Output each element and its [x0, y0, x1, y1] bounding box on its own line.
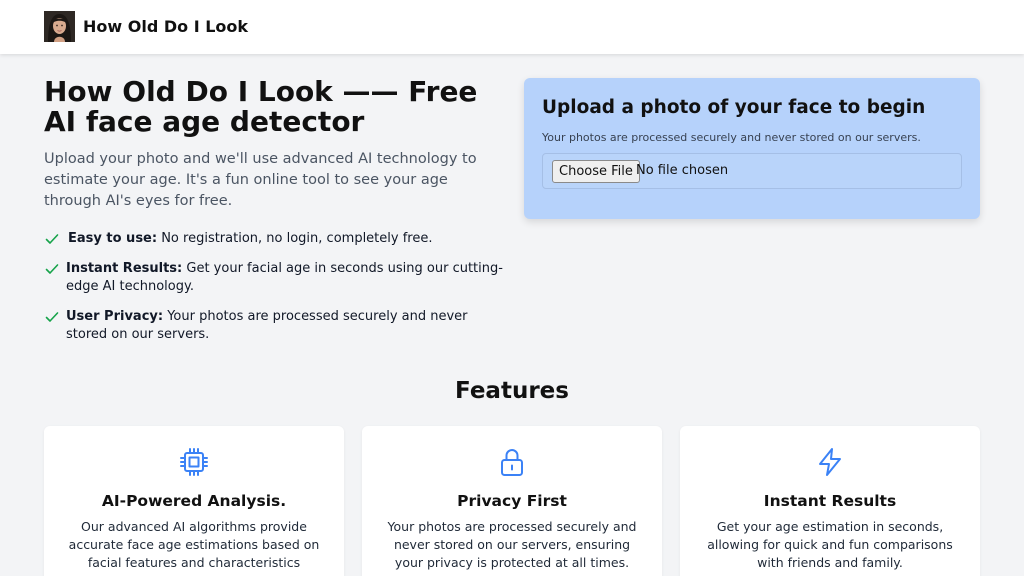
top-navbar: How Old Do I Look	[0, 0, 1024, 54]
benefit-detail: No registration, no login, completely fr…	[157, 231, 433, 246]
features-heading: Features	[455, 378, 569, 404]
benefit-label: User Privacy:	[66, 309, 164, 324]
benefit-item-privacy: User Privacy: Your photos are processed …	[44, 308, 504, 344]
feature-card-instant-results: Instant Results Get your age estimation …	[680, 426, 980, 576]
feature-description: Get your age estimation in seconds, allo…	[707, 519, 953, 570]
feature-description: Our advanced AI algorithms provide accur…	[68, 519, 320, 570]
benefit-label: Instant Results:	[66, 261, 183, 276]
feature-card-ai-analysis: AI-Powered Analysis. Our advanced AI alg…	[44, 426, 344, 576]
cpu-chip-icon	[180, 448, 208, 476]
benefit-text: User Privacy: Your photos are processed …	[44, 308, 504, 344]
benefits-list: Easy to use: No registration, no login, …	[44, 230, 504, 356]
benefit-label: Easy to use:	[68, 231, 158, 246]
checkmark-icon	[45, 264, 59, 274]
hero-title: How Old Do I Look —— Free AI face age de…	[44, 75, 478, 138]
lock-icon	[501, 449, 523, 476]
file-input[interactable]: Choose File No file chosen	[542, 153, 962, 189]
benefit-item-easy: Easy to use: No registration, no login, …	[44, 230, 504, 248]
checkmark-icon	[45, 312, 59, 322]
feature-title: AI-Powered Analysis.	[101, 492, 287, 510]
upload-card: Upload a photo of your face to begin You…	[524, 78, 980, 219]
benefit-text: Instant Results: Get your facial age in …	[44, 260, 504, 296]
benefit-item-instant: Instant Results: Get your facial age in …	[44, 260, 504, 296]
feature-title: Privacy First	[457, 492, 567, 510]
lightning-bolt-icon	[819, 448, 841, 476]
upload-title: Upload a photo of your face to begin	[542, 97, 926, 118]
choose-file-button[interactable]: Choose File	[552, 160, 640, 183]
checkmark-icon	[45, 234, 59, 244]
benefit-text: Easy to use: No registration, no login, …	[44, 230, 504, 248]
file-status-text: No file chosen	[636, 163, 729, 178]
upload-privacy-note: Your photos are processed securely and n…	[542, 131, 921, 144]
hero-description: Upload your photo and we'll use advanced…	[44, 151, 477, 209]
brand-name[interactable]: How Old Do I Look	[83, 17, 248, 36]
feature-description: Your photos are processed securely and n…	[387, 519, 637, 570]
logo-avatar[interactable]	[44, 11, 75, 42]
feature-card-privacy: Privacy First Your photos are processed …	[362, 426, 662, 576]
feature-title: Instant Results	[763, 492, 897, 510]
